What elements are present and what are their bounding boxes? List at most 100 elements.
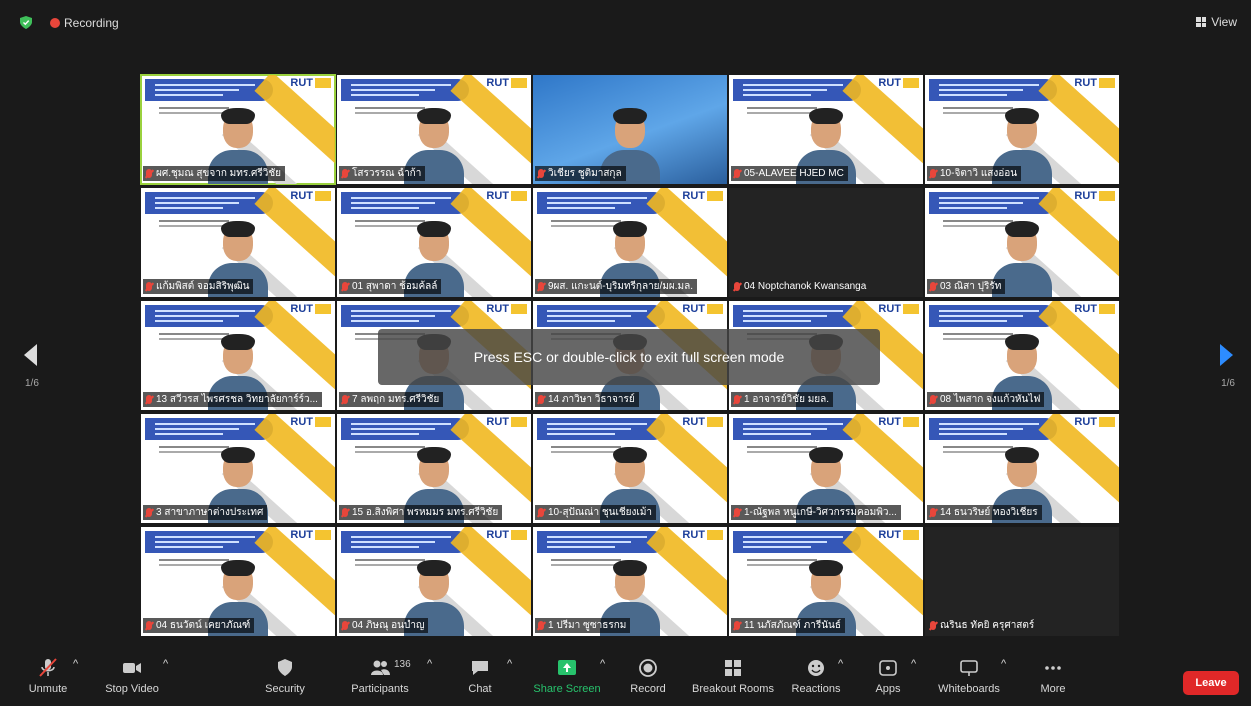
participant-tile[interactable]: RUT 15 อ.สิงพิศา พรหมมร มทร.ศรีวิชัย — [337, 414, 531, 523]
participant-name-tag: 1 ปรีมา ซูซาธรกม — [535, 618, 631, 633]
rut-logo: RUT — [682, 529, 705, 541]
muted-mic-icon — [342, 621, 348, 630]
logo-mark — [1099, 78, 1115, 88]
muted-mic-icon — [146, 621, 152, 630]
participant-name: 7 ลพฤก มทร.ศรีวิชัย — [352, 394, 440, 405]
participant-name: 04 ภิษณุ อนบำญ — [352, 620, 425, 631]
unmute-label: Unmute — [28, 683, 68, 695]
audio-options-chevron-icon[interactable]: ^ — [73, 658, 78, 670]
muted-mic-icon — [930, 621, 936, 630]
share-screen-button[interactable]: Share Screen — [532, 658, 602, 695]
whiteboards-chevron-icon[interactable]: ^ — [1001, 658, 1006, 670]
share-options-chevron-icon[interactable]: ^ — [600, 658, 605, 670]
participant-name: 3 สาขาภาษาต่างประเทศ — [156, 507, 264, 518]
reactions-button[interactable]: Reactions — [790, 658, 842, 695]
participant-tile[interactable]: RUT 04 ภิษณุ อนบำญ — [337, 527, 531, 636]
muted-mic-icon — [342, 282, 348, 291]
muted-mic-icon — [538, 508, 544, 517]
muted-mic-icon — [342, 169, 348, 178]
participant-tile[interactable]: RUT 04 ธนวัตน์ เคยาภัณฑ์ — [141, 527, 335, 636]
breakout-rooms-button[interactable]: Breakout Rooms — [690, 658, 776, 695]
participant-name: 10-จิตาวิ แสงอ่อน — [940, 168, 1018, 179]
rut-logo: RUT — [682, 303, 705, 315]
participant-tile[interactable]: RUT 08 ไพสาก จงแก้วหันไฟ — [925, 301, 1119, 410]
fullscreen-exit-hint: Press ESC or double-click to exit full s… — [378, 329, 880, 385]
participant-name-tag: 04 ภิษณุ อนบำญ — [339, 618, 429, 633]
participant-name-tag: 10-สุปัณณ่า ชุนเชียงเม้า — [535, 505, 657, 520]
whiteboards-button[interactable]: Whiteboards — [936, 658, 1002, 695]
participant-tile[interactable]: RUT 10-สุปัณณ่า ชุนเชียงเม้า — [533, 414, 727, 523]
stop-video-label: Stop Video — [105, 683, 159, 695]
participant-name-tag: วิเชียร ชูติมาสกุล — [535, 166, 626, 181]
participant-tile[interactable]: RUT 14 ธนวริษย์ ทองวิเชียร — [925, 414, 1119, 523]
record-button[interactable]: Record — [628, 658, 668, 695]
apps-button[interactable]: Apps — [872, 658, 904, 695]
chat-button[interactable]: Chat — [464, 658, 496, 695]
participant-name-tag: 9ผส. แกะนต์-บุริมทรีกุลาย/มผ.มล. — [535, 279, 698, 294]
participant-name-tag: 7 ลพฤก มทร.ศรีวิชัย — [339, 392, 444, 407]
recording-label[interactable]: Recording — [64, 16, 119, 30]
logo-mark — [903, 417, 919, 427]
rut-logo: RUT — [290, 303, 313, 315]
participant-name: 08 ไพสาก จงแก้วหันไฟ — [940, 394, 1041, 405]
participant-tile[interactable]: RUT 11 นภัสภัณฑ์ ภารีนันธ์ — [729, 527, 923, 636]
muted-mic-icon — [342, 508, 348, 517]
muted-mic-icon — [734, 169, 740, 178]
participant-tile[interactable]: RUT ผศ.ชุมณ สุขจาก มทร.ศรีวิชัย — [140, 74, 336, 185]
rut-logo: RUT — [1074, 77, 1097, 89]
chat-chevron-icon[interactable]: ^ — [507, 658, 512, 670]
record-icon — [639, 659, 657, 677]
participant-tile[interactable]: RUT 1-ณัฐพล หนูเกษี-วิศวกรรมคอมพิว... — [729, 414, 923, 523]
participant-name: 14 ธนวริษย์ ทองวิเชียร — [940, 507, 1038, 518]
muted-mic-icon — [146, 282, 152, 291]
participant-tile[interactable]: RUT 10-จิตาวิ แสงอ่อน — [925, 75, 1119, 184]
participant-name: 04 ธนวัตน์ เคยาภัณฑ์ — [156, 620, 251, 631]
participants-icon — [371, 660, 390, 675]
logo-mark — [707, 191, 723, 201]
security-button[interactable]: Security — [262, 658, 308, 695]
muted-mic-icon — [734, 282, 740, 291]
participant-name: 04 Noptchanok Kwansanga — [744, 281, 867, 292]
logo-mark — [511, 304, 527, 314]
encryption-shield-icon[interactable] — [20, 16, 32, 29]
participant-tile[interactable]: RUT 3 สาขาภาษาต่างประเทศ — [141, 414, 335, 523]
participant-tile[interactable]: ณรินธ ทัคยิ ครุศาสตร์ — [925, 527, 1119, 636]
stop-video-button[interactable]: Stop Video — [104, 658, 160, 695]
participant-name: แก้มพิสต์ จอมสิริพุฒิน — [156, 281, 250, 292]
page-indicator-right: 1/6 — [1221, 378, 1235, 389]
participant-tile[interactable]: RUT 1 ปรีมา ซูซาธรกม — [533, 527, 727, 636]
previous-page-arrow-icon[interactable] — [24, 344, 37, 366]
muted-mic-icon — [538, 169, 544, 178]
logo-mark — [903, 78, 919, 88]
apps-chevron-icon[interactable]: ^ — [911, 658, 916, 670]
top-bar: Recording View — [0, 0, 1251, 46]
more-button[interactable]: More — [1038, 658, 1068, 695]
participant-name: 01 สุพาดา ช้อมค้ลล์ — [352, 281, 438, 292]
participant-tile[interactable]: วิเชียร ชูติมาสกุล — [533, 75, 727, 184]
participant-tile[interactable]: RUT 05-ALAVEE HJED MC — [729, 75, 923, 184]
reactions-chevron-icon[interactable]: ^ — [838, 658, 843, 670]
whiteboards-label: Whiteboards — [938, 683, 1000, 695]
muted-mic-icon — [342, 395, 348, 404]
participant-tile[interactable]: RUT 01 สุพาดา ช้อมค้ลล์ — [337, 188, 531, 297]
next-page-arrow-icon[interactable] — [1220, 344, 1233, 366]
muted-mic-icon — [930, 169, 936, 178]
participant-tile[interactable]: RUT โสรวรรณ ฉำก้า — [337, 75, 531, 184]
video-options-chevron-icon[interactable]: ^ — [163, 658, 168, 670]
participant-tile[interactable]: RUT 9ผส. แกะนต์-บุริมทรีกุลาย/มผ.มล. — [533, 188, 727, 297]
rut-logo: RUT — [290, 190, 313, 202]
view-button[interactable]: View — [1196, 15, 1237, 29]
unmute-button[interactable]: Unmute — [26, 658, 70, 695]
leave-button[interactable]: Leave — [1183, 671, 1239, 695]
participant-name: 05-ALAVEE HJED MC — [744, 168, 844, 179]
logo-mark — [511, 417, 527, 427]
participant-tile[interactable]: RUT 03 ณิสา ปุริรัท — [925, 188, 1119, 297]
record-label: Record — [630, 683, 666, 695]
muted-microphone-icon — [39, 658, 57, 677]
participant-tile[interactable]: RUT แก้มพิสต์ จอมสิริพุฒิน — [141, 188, 335, 297]
security-shield-icon — [278, 659, 292, 676]
participant-tile[interactable]: RUT 13 สวีวรส ไพรศรชล วิทยาลัยการ์ร์ว... — [141, 301, 335, 410]
participants-chevron-icon[interactable]: ^ — [427, 658, 432, 670]
participant-name: วิเชียร ชูติมาสกุล — [548, 168, 622, 179]
participant-tile[interactable]: 04 Noptchanok Kwansanga — [729, 188, 923, 297]
